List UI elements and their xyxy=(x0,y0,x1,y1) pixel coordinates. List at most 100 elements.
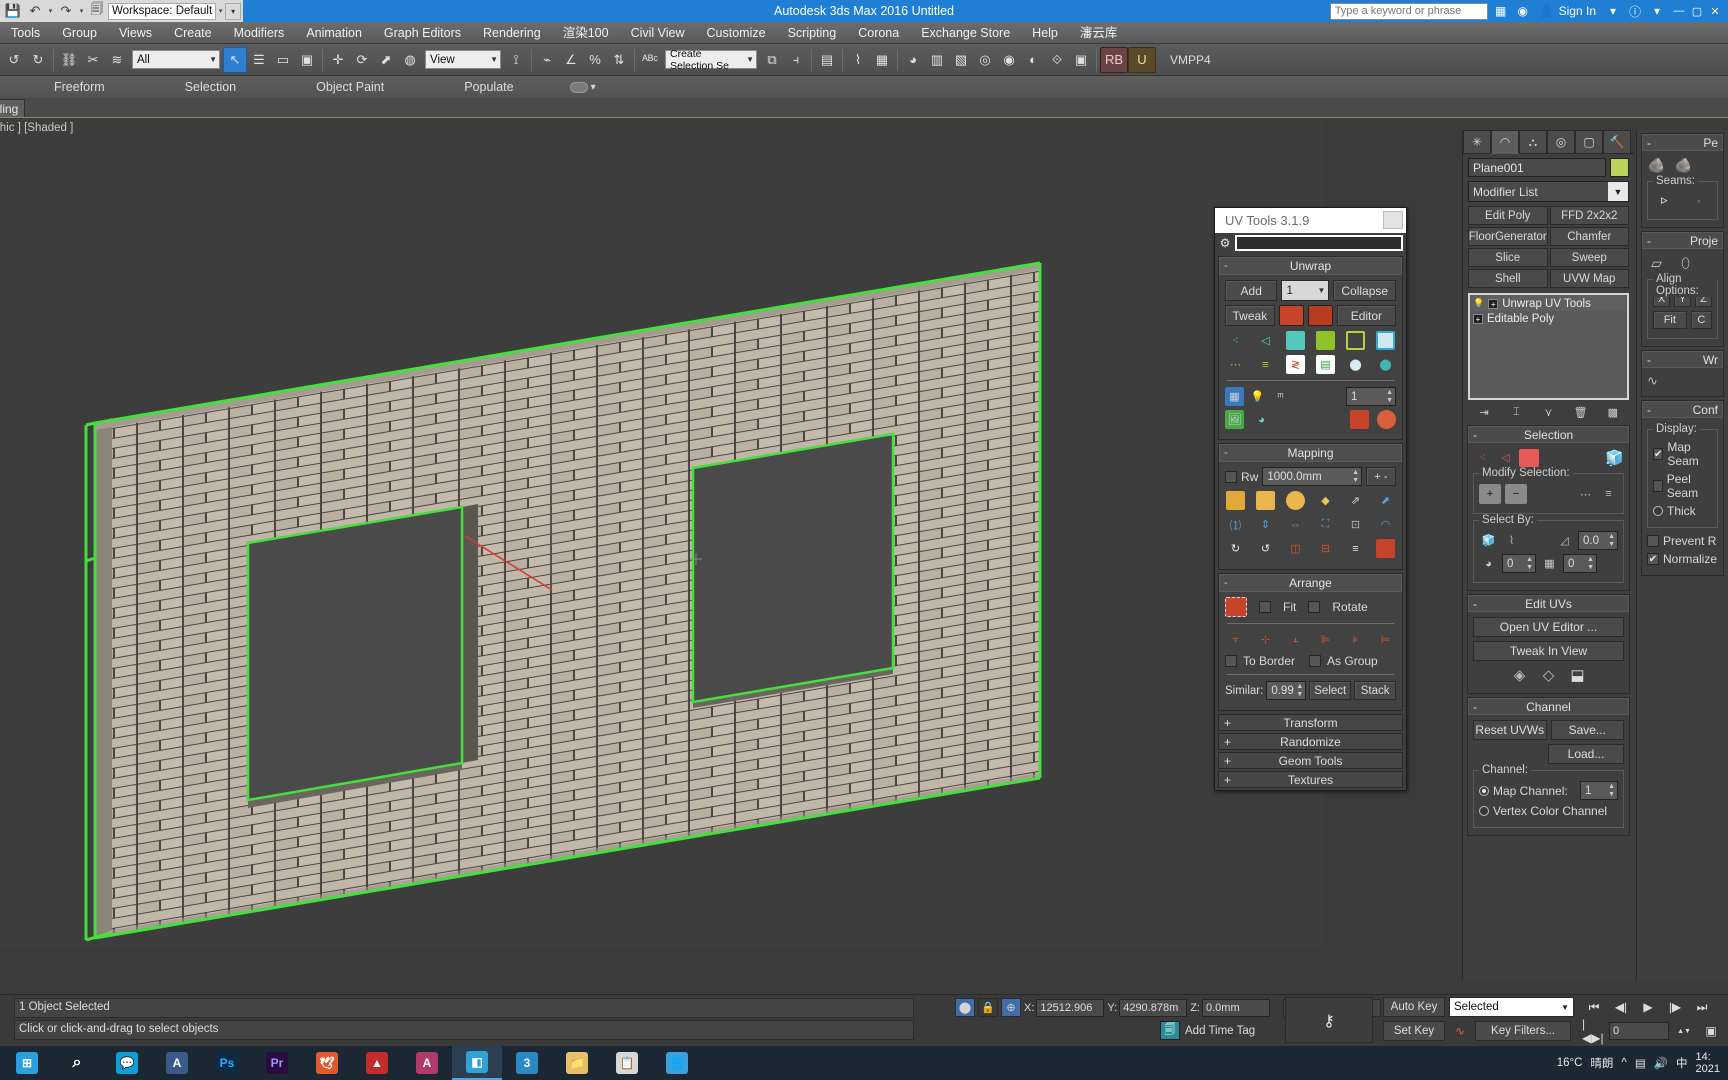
selection-filter-combo[interactable]: All ▼ xyxy=(132,50,220,69)
menu-item-exchange-store[interactable]: Exchange Store xyxy=(910,22,1021,44)
smoothing-group-field[interactable]: 0 ▲ ▼ xyxy=(1563,554,1597,573)
arch-icon[interactable]: ◠ xyxy=(1376,515,1395,534)
sphere-teal-icon[interactable]: ⬤ xyxy=(1376,355,1395,374)
reference-coordinate-combo[interactable]: View ▼ xyxy=(425,50,501,69)
center-projection-button[interactable]: C xyxy=(1690,311,1712,329)
named-selection-set-combo[interactable]: Create Selection Se ▼ xyxy=(665,48,757,72)
rollout-configure-header[interactable]: - Conf xyxy=(1642,401,1723,418)
menu-item-help[interactable]: Help xyxy=(1021,22,1069,44)
cylinder-icon[interactable] xyxy=(1286,491,1305,510)
start-icon[interactable]: ⊞ xyxy=(2,1046,52,1080)
display-tab-icon[interactable]: ▢ xyxy=(1575,130,1603,154)
rollout-transform-collapsed[interactable]: + Transform xyxy=(1218,714,1403,731)
box-map-icon[interactable] xyxy=(1316,331,1335,350)
spinner-icon[interactable]: ▲ ▼ xyxy=(1608,783,1615,799)
lines-icon[interactable]: ≡ xyxy=(1256,355,1275,374)
rollout-textures-collapsed[interactable]: + Textures xyxy=(1218,771,1403,788)
app-bird-icon[interactable]: 🕊 xyxy=(302,1046,352,1080)
object-name-input[interactable]: Plane001 xyxy=(1468,158,1606,177)
utilities-tab-icon[interactable]: 🔨 xyxy=(1603,130,1631,154)
element-subobject-icon[interactable]: 🧊 xyxy=(1605,448,1624,467)
info-icon[interactable]: ⓘ xyxy=(1626,2,1644,20)
menu-item-rendering[interactable]: Rendering xyxy=(472,22,552,44)
app-red-icon[interactable]: ▲ xyxy=(352,1046,402,1080)
use-pivot-center-icon[interactable]: ⟟ xyxy=(504,47,528,73)
spinner-icon[interactable]: ▲ ▼ xyxy=(1352,469,1359,485)
uv-tools-titlebar[interactable]: UV Tools 3.1.9 xyxy=(1215,208,1406,233)
redbox-icon[interactable] xyxy=(1350,410,1369,429)
menu-item-customize[interactable]: Customize xyxy=(696,22,777,44)
auto-key-button[interactable]: Auto Key xyxy=(1383,997,1445,1017)
max-icon[interactable]: ◧ xyxy=(452,1046,502,1080)
material-editor-icon[interactable]: ◕ xyxy=(901,47,925,73)
align-left-icon[interactable]: ⊫ xyxy=(1316,630,1335,649)
shrink-selection-icon[interactable]: − xyxy=(1505,484,1527,504)
material-id-field[interactable]: 0 ▲ ▼ xyxy=(1502,554,1536,573)
peel-mode-icon[interactable]: 🪨 xyxy=(1647,156,1666,175)
redo-dropdown-icon[interactable]: ▾ xyxy=(77,7,86,15)
align-top-icon[interactable]: ⫟ xyxy=(1226,630,1245,649)
set-project-icon[interactable]: 🗐 xyxy=(86,1,108,21)
expand-icon[interactable]: + xyxy=(1488,298,1499,309)
zigzag-icon[interactable]: ≷ xyxy=(1286,355,1305,374)
fit-checkbox[interactable] xyxy=(1259,601,1271,613)
reset-peel-icon[interactable]: ◈ xyxy=(1510,665,1529,684)
rectangular-region-icon[interactable]: ▭ xyxy=(271,47,295,73)
key-mode-toggle-icon[interactable]: |◀▶| xyxy=(1582,1017,1606,1045)
box-open-icon[interactable] xyxy=(1226,491,1245,510)
normalize-checkbox[interactable] xyxy=(1647,553,1659,565)
select-and-rotate-icon[interactable]: ⟳ xyxy=(350,47,374,73)
ribbon-subtab-modeling[interactable]: eling xyxy=(0,99,26,117)
save-icon[interactable]: 💾 xyxy=(2,1,24,21)
ribbon-tab-freeform[interactable]: Freeform xyxy=(14,76,145,98)
open-uv-editor-button[interactable]: Open UV Editor ... xyxy=(1473,617,1624,637)
pelt-map-icon[interactable]: ◇ xyxy=(1539,665,1558,684)
activeshade-icon[interactable]: ◐ xyxy=(1021,47,1045,73)
key-icon[interactable]: ⚷ xyxy=(1286,998,1372,1044)
menu-item-graph-editors[interactable]: Graph Editors xyxy=(373,22,472,44)
tweak-in-view-button[interactable]: Tweak In View xyxy=(1473,641,1624,661)
redo-icon[interactable]: ↷ xyxy=(55,1,77,21)
modify-tab-icon[interactable]: ◠ xyxy=(1491,130,1519,154)
modifier-stack[interactable]: 💡 + Unwrap UV Tools + Editable Poly xyxy=(1468,293,1629,400)
gear-icon[interactable]: ⚙ xyxy=(1217,235,1233,251)
undo-dropdown-icon[interactable]: ▾ xyxy=(46,7,55,15)
rollout-arrange-header[interactable]: - Arrange xyxy=(1219,574,1402,592)
rb-tool-button[interactable]: RB xyxy=(1100,46,1128,73)
rollout-peel-header[interactable]: - Pe xyxy=(1642,134,1723,151)
unlink-icon[interactable]: ✂ xyxy=(81,47,105,73)
ime-icon[interactable]: 中 xyxy=(1676,1055,1688,1071)
select-and-place-icon[interactable]: ◍ xyxy=(398,47,422,73)
select-and-scale-icon[interactable]: ⬈ xyxy=(374,47,398,73)
z-coordinate[interactable]: Z: 0.0mm xyxy=(1190,998,1270,1017)
load-channel-button[interactable]: Load... xyxy=(1548,744,1624,764)
ring-selection-icon[interactable]: ⋯ xyxy=(1576,485,1595,504)
rollout-unwrap-header[interactable]: - Unwrap xyxy=(1219,257,1402,275)
redball-icon[interactable] xyxy=(1377,410,1396,429)
object-color-swatch[interactable] xyxy=(1610,158,1629,177)
ball-white-icon[interactable]: ⬤ xyxy=(1346,355,1365,374)
three-icon[interactable]: 3 xyxy=(502,1046,552,1080)
menu-item-views[interactable]: Views xyxy=(108,22,163,44)
key-selection-combo[interactable]: Selected ▼ xyxy=(1449,997,1574,1017)
pick-icon[interactable]: ◕ xyxy=(1252,410,1271,429)
quick-peel-icon[interactable]: 🪨 xyxy=(1674,156,1693,175)
vert-align-icon[interactable]: ⇕ xyxy=(1256,515,1275,534)
app-chat-icon[interactable]: 💬 xyxy=(102,1046,152,1080)
spinner-icon[interactable]: ▲ ▼ xyxy=(1608,533,1615,549)
transform-type-in-icon[interactable]: ⊕ xyxy=(1001,998,1021,1017)
select-by-name-icon[interactable]: ☰ xyxy=(247,47,271,73)
qat-overflow-icon[interactable]: ▾ xyxy=(225,2,242,20)
previous-frame-icon[interactable]: ◀| xyxy=(1609,997,1633,1017)
undo-icon[interactable]: ↶ xyxy=(24,1,46,21)
render-frame-icon[interactable]: ▧ xyxy=(949,47,973,73)
uv-tools-floater[interactable]: UV Tools 3.1.9 ⚙ - Unwrap Add 1 ▼ Collap… xyxy=(1214,207,1407,791)
angle-snap-icon[interactable]: ∠ xyxy=(559,47,583,73)
modifier-shell[interactable]: Shell xyxy=(1468,269,1548,288)
expand-icon[interactable]: + xyxy=(1473,313,1483,324)
network-icon[interactable]: ▤ xyxy=(1635,1056,1646,1070)
align-right-icon[interactable]: ⊨ xyxy=(1376,630,1395,649)
loop-selection-icon[interactable]: ≡ xyxy=(1599,485,1618,504)
quick-planar-map-icon[interactable]: ⬓ xyxy=(1568,665,1587,684)
tweak-button[interactable]: Tweak xyxy=(1225,305,1275,326)
